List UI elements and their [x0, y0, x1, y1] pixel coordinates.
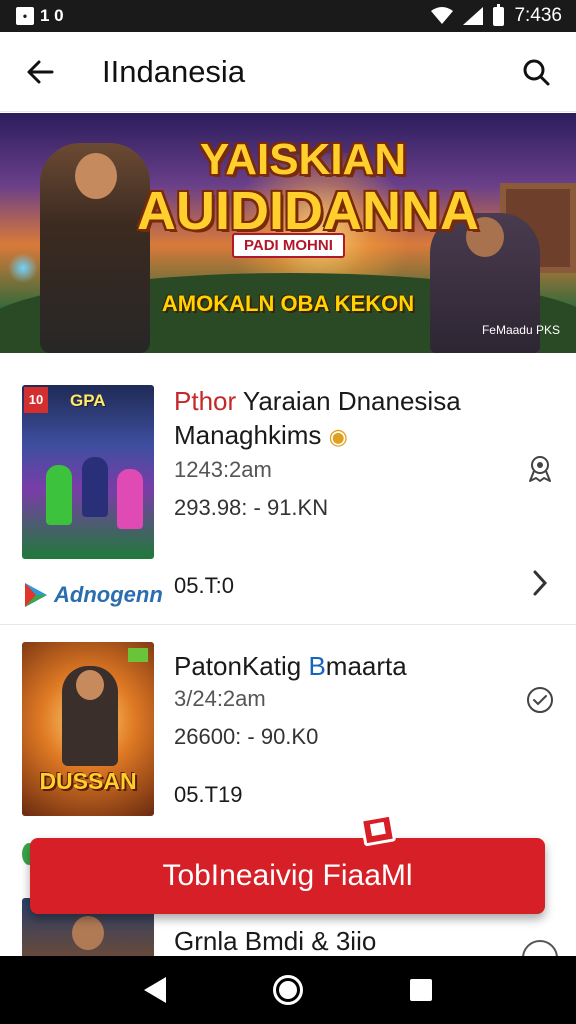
- list-item[interactable]: 10 GPA Pthor Yaraian Dnanesisa Managhkim…: [0, 353, 576, 625]
- search-icon: [523, 59, 550, 85]
- item-title: Pthor Yaraian Dnanesisa: [174, 385, 461, 417]
- thumbnail-label: GPA: [70, 391, 106, 410]
- thumbnail-badge: 10: [24, 387, 48, 413]
- banner-tag: PADI MOHNI: [232, 233, 345, 258]
- banner-tagline: AMOKALN OBA KEKON: [161, 291, 415, 316]
- pin-icon: ◉: [328, 424, 348, 449]
- item-title-part-b: B: [308, 651, 326, 681]
- banner-magic-icon: [8, 253, 38, 283]
- battery-icon: [493, 3, 505, 26]
- award-icon[interactable]: [522, 451, 558, 487]
- thumbnail-flag: [128, 648, 148, 662]
- banner-title-line1: YAISKIAN: [199, 135, 407, 184]
- status-left: • 1 0: [16, 6, 64, 26]
- thumbnail-figure: [117, 469, 143, 529]
- item-title-line2: Managhkims ◉: [174, 419, 348, 453]
- status-bar: • 1 0 7:436: [0, 0, 576, 32]
- banner-title-line2: AUIDIDANNA: [137, 181, 479, 241]
- publisher-brand[interactable]: Adnogenn: [22, 581, 163, 609]
- back-button[interactable]: [0, 32, 80, 112]
- app-bar: IIndanesia: [0, 32, 576, 112]
- item-code: 05.T19: [174, 782, 243, 807]
- nav-recent-icon[interactable]: [410, 979, 433, 1001]
- item-title-line2-text: Managhkims: [174, 420, 322, 450]
- item-title-highlight: Pthor: [174, 386, 237, 416]
- chevron-right-icon[interactable]: [522, 565, 558, 601]
- system-nav-bar: [0, 956, 576, 1024]
- item-title-rest: Yaraian Dnanesisa: [236, 386, 461, 416]
- item-time: 1243:2am: [174, 457, 272, 482]
- promo-banner[interactable]: YAISKIAN AUIDIDANNA PADI MOHNI AMOKALN O…: [0, 113, 576, 353]
- check-circle-icon[interactable]: [522, 682, 558, 718]
- thumbnail-logo: DUSSAN: [39, 768, 137, 794]
- thumbnail-hero: [62, 666, 118, 766]
- item-stats: 293.98: - 91.KN: [174, 495, 329, 520]
- arrow-left-icon: [27, 60, 54, 83]
- game-thumbnail[interactable]: DUSSAN: [22, 642, 154, 816]
- signal-icon: [463, 7, 484, 25]
- nav-back-icon[interactable]: [143, 977, 166, 1003]
- thumbnail-figure: [82, 457, 108, 517]
- item-title-part-c: maarta: [325, 651, 407, 681]
- item-code: 05.T:0: [174, 573, 234, 598]
- wifi-icon: [431, 7, 454, 24]
- search-button[interactable]: [496, 32, 576, 112]
- status-right: 7:436: [431, 3, 562, 27]
- play-icon: [25, 583, 47, 607]
- status-left-text: 1 0: [40, 6, 64, 25]
- status-time: 7:436: [514, 5, 562, 26]
- notification-icon: •: [16, 7, 34, 25]
- item-title: PatonKatig Bmaarta: [174, 650, 407, 682]
- page-title: IIndanesia: [102, 53, 246, 89]
- tag-icon: [359, 813, 397, 847]
- item-stats: 26600: - 90.K0: [174, 724, 319, 749]
- thumbnail-figure: [46, 465, 72, 525]
- publisher-name: Adnogenn: [54, 582, 163, 607]
- banner-corner-text: FeMaadu PKS: [481, 323, 560, 337]
- item-time: 3/24:2am: [174, 686, 266, 711]
- item-title: Grnla Bmdi & 3iio: [174, 926, 377, 956]
- list-item[interactable]: DUSSAN PatonKatig Bmaarta 3/24:2am 26600…: [0, 626, 576, 838]
- item-title-part-a: PatonKatig: [174, 651, 309, 681]
- cta-button[interactable]: TobIneaivig FiaaMl: [30, 838, 545, 914]
- nav-home-icon[interactable]: [272, 975, 303, 1005]
- game-thumbnail[interactable]: 10 GPA: [22, 385, 154, 559]
